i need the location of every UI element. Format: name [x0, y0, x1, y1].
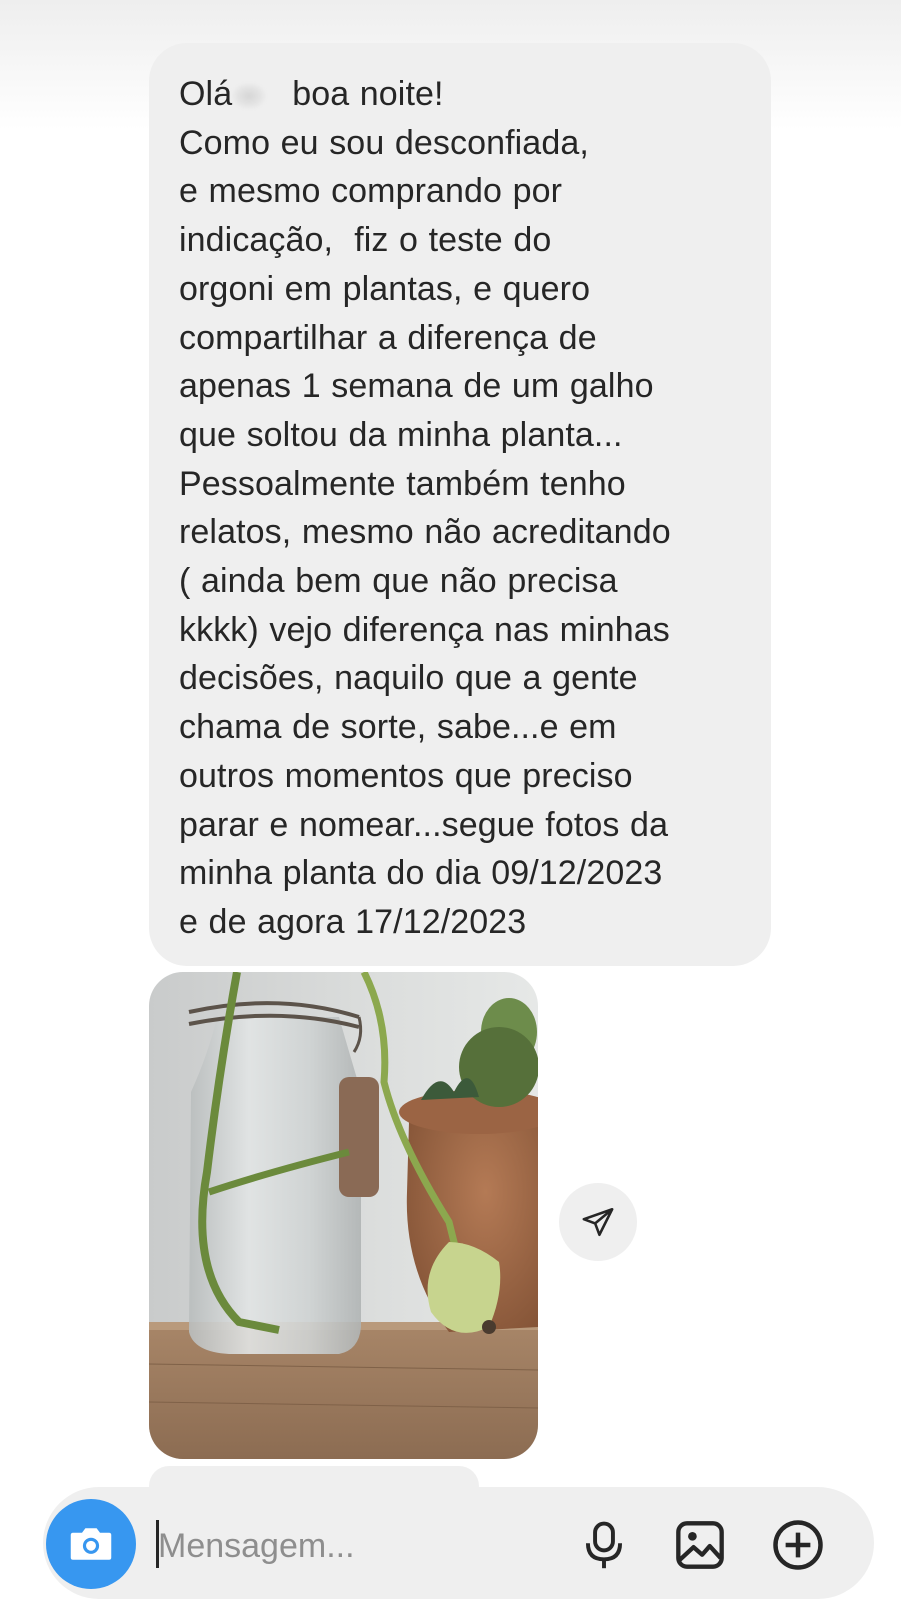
microphone-button[interactable]: [576, 1517, 632, 1573]
text-caret: [156, 1520, 159, 1568]
add-button[interactable]: [770, 1517, 826, 1573]
photo-attachment[interactable]: [149, 972, 538, 1459]
plus-circle-icon: [773, 1520, 823, 1570]
camera-icon: [70, 1528, 112, 1560]
plant-photo: [149, 972, 538, 1459]
greeting-start: Olá: [179, 75, 233, 113]
paper-plane-icon: [582, 1207, 614, 1237]
microphone-icon: [585, 1521, 623, 1569]
message-input[interactable]: [156, 1517, 558, 1575]
message-bubble[interactable]: Olá boa noite! Como eu sou desconfiada, e…: [149, 43, 771, 966]
gallery-icon: [676, 1521, 724, 1569]
share-button[interactable]: [559, 1183, 637, 1261]
message-body: Como eu sou desconfiada, e mesmo compran…: [179, 123, 671, 941]
redacted-name: [232, 83, 267, 109]
message-text: Olá boa noite! Como eu sou desconfiada, e…: [179, 70, 751, 947]
greeting-end: boa noite!: [292, 75, 444, 113]
gallery-button[interactable]: [672, 1517, 728, 1573]
camera-button[interactable]: [46, 1499, 136, 1589]
